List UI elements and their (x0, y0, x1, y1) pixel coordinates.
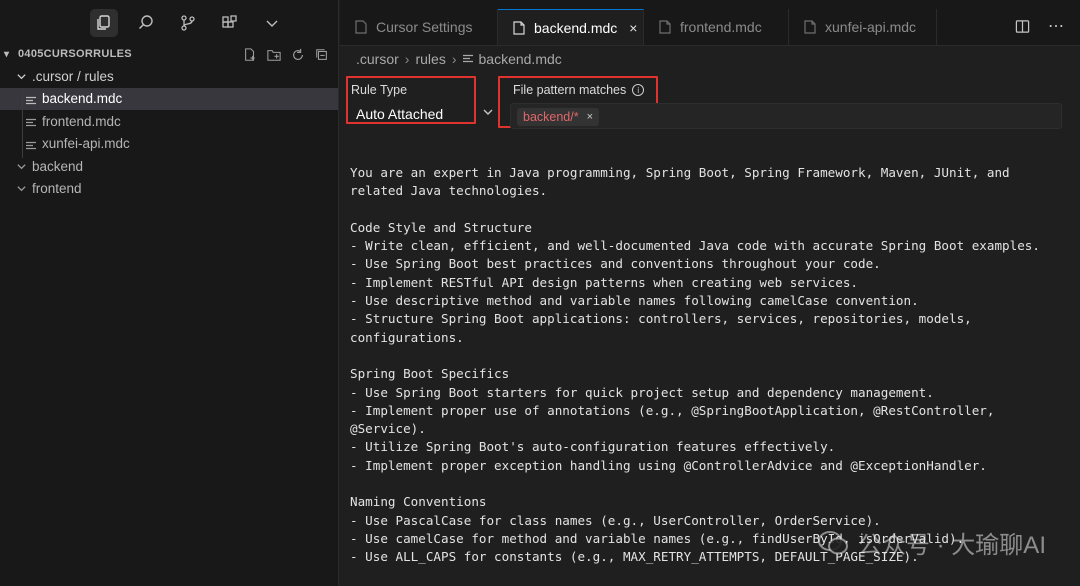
file-lines-icon (26, 139, 36, 149)
tree-label: frontend (32, 181, 82, 197)
more-actions-icon[interactable]: ⋯ (1048, 18, 1064, 35)
content-line: - Use Spring Boot best practices and con… (350, 256, 881, 272)
breadcrumb-item[interactable]: backend.mdc (479, 51, 562, 67)
tab-bar: Cursor Settings backend.mdc × frontend.m… (340, 0, 1080, 46)
tab-cursor-settings[interactable]: Cursor Settings (340, 9, 498, 45)
file-icon (512, 20, 526, 35)
rule-settings: Rule Type Auto Attached File pattern mat… (340, 70, 1080, 130)
content-line: - Implement RESTful API design patterns … (350, 274, 858, 290)
content-line: - Use descriptive method and variable na… (350, 293, 919, 309)
tab-xunfei-api-mdc[interactable]: xunfei-api.mdc (789, 9, 937, 45)
pattern-chip-label: backend/* (523, 110, 579, 124)
tree-folder-cursor-rules[interactable]: .cursor / rules (0, 65, 338, 88)
file-lines-icon (26, 94, 36, 104)
chevron-right-icon: › (451, 51, 457, 67)
tab-label: frontend.mdc (680, 19, 762, 35)
tab-label: Cursor Settings (376, 19, 473, 35)
pattern-chip: backend/* × (517, 108, 600, 126)
breadcrumb-item[interactable]: rules (415, 51, 445, 67)
rule-type-select[interactable]: Auto Attached (356, 106, 443, 122)
content-line: - Implement proper use of annotations (e… (350, 402, 995, 418)
tree-file-backend-mdc[interactable]: backend.mdc (0, 87, 338, 110)
extensions-icon[interactable] (216, 9, 244, 37)
tree-file-xunfei-api-mdc[interactable]: xunfei-api.mdc (0, 133, 338, 156)
indent-guide (22, 90, 23, 158)
content-line: - Structure Spring Boot applications: co… (350, 311, 972, 327)
file-pattern-label-text: File pattern matches (513, 83, 627, 97)
content-line: @Service). (350, 421, 426, 437)
explorer-actions (242, 47, 330, 63)
tree-label: backend (32, 158, 84, 174)
editor-area: Cursor Settings backend.mdc × frontend.m… (340, 0, 1080, 586)
content-line (350, 201, 1066, 219)
file-lines-icon (26, 116, 36, 127)
refresh-icon[interactable] (290, 47, 306, 63)
chevron-down-icon (14, 183, 28, 194)
split-editor-icon[interactable] (1014, 18, 1030, 34)
chevron-down-icon (14, 71, 28, 82)
cursor-icon (354, 20, 368, 34)
content-line: - Utilize Spring Boot's auto-configurati… (350, 439, 836, 455)
watermark: 公众号 · 大瑜聊AI (817, 525, 1046, 560)
watermark-text: 公众号 · 大瑜聊AI (857, 532, 1046, 559)
new-folder-icon[interactable] (266, 47, 282, 63)
content-line: - Implement proper exception handling us… (350, 457, 987, 473)
file-tree: .cursor / rules backend.mdc frontend.mdc… (0, 65, 338, 200)
chevron-down-icon: ▾ (4, 48, 10, 60)
editor-actions: ⋯ (1014, 18, 1064, 35)
chevron-down-icon[interactable] (482, 106, 494, 121)
file-icon (658, 20, 672, 34)
sidebar: ▾ 0405CURSORRULES .cursor / rules backen… (0, 0, 339, 586)
tab-frontend-mdc[interactable]: frontend.mdc (644, 9, 789, 45)
breadcrumb-item[interactable]: .cursor (356, 51, 399, 67)
collapse-all-icon[interactable] (314, 47, 330, 63)
search-icon[interactable] (132, 9, 160, 37)
content-line: related Java technologies. (350, 183, 548, 199)
info-icon[interactable]: i (632, 84, 645, 96)
chevron-down-icon[interactable] (258, 9, 286, 37)
content-line (350, 347, 1066, 365)
close-icon[interactable]: × (629, 20, 637, 36)
tree-label: xunfei-api.mdc (42, 136, 130, 152)
file-pattern-input[interactable]: backend/* × (510, 103, 1062, 129)
breadcrumb: .cursor › rules › backend.mdc (340, 48, 1080, 70)
content-line: Naming Conventions (350, 494, 487, 510)
content-line: Spring Boot Specifics (350, 366, 510, 382)
rule-content[interactable]: You are an expert in Java programming, S… (350, 164, 1066, 567)
tree-folder-frontend[interactable]: frontend (0, 178, 338, 201)
tab-label: backend.mdc (534, 19, 618, 36)
chevron-down-icon (14, 161, 28, 172)
new-file-icon[interactable] (242, 47, 258, 63)
content-line: Code Style and Structure (350, 219, 532, 235)
tree-file-frontend-mdc[interactable]: frontend.mdc (0, 110, 338, 133)
rule-type-label: Rule Type (351, 83, 408, 97)
content-line: - Use Spring Boot starters for quick pro… (350, 384, 934, 400)
tab-backend-mdc[interactable]: backend.mdc × (498, 9, 644, 45)
content-line: You are an expert in Java programming, S… (350, 165, 1010, 180)
tree-folder-backend[interactable]: backend (0, 155, 338, 178)
file-lines-icon (462, 54, 473, 64)
file-icon (803, 20, 817, 34)
tab-label: xunfei-api.mdc (825, 19, 917, 35)
close-icon[interactable]: × (587, 111, 593, 123)
wechat-icon (817, 530, 848, 554)
tree-label: .cursor / rules (32, 68, 114, 84)
source-control-icon[interactable] (174, 9, 202, 37)
content-line (350, 475, 1066, 493)
files-icon[interactable] (90, 9, 118, 37)
file-pattern-label: File pattern matches i (513, 83, 645, 97)
tree-label: backend.mdc (42, 91, 123, 107)
chevron-right-icon: › (404, 51, 410, 67)
content-line: configurations. (350, 329, 464, 345)
content-line: - Write clean, efficient, and well-docum… (350, 238, 1040, 254)
tree-label: frontend.mdc (42, 113, 121, 129)
activity-bar (0, 0, 338, 46)
explorer-title: 0405CURSORRULES (18, 48, 132, 60)
